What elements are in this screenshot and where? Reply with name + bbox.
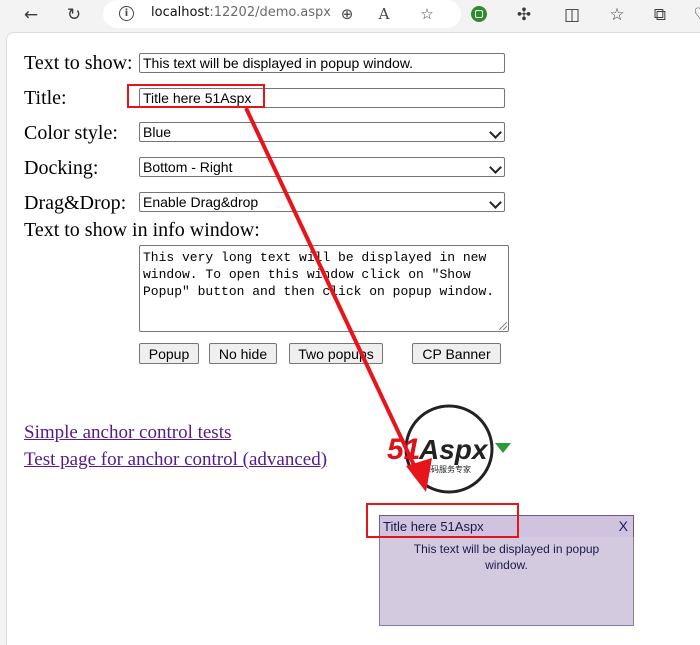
docking-select[interactable]: Bottom - Right <box>139 157 505 177</box>
title-input[interactable]: Title here 51Aspx <box>139 88 505 108</box>
51aspx-logo: 51 Aspx 源码服务专家 <box>385 403 515 497</box>
split-screen-icon[interactable]: ◫ <box>557 0 587 30</box>
popup-title: Title here 51Aspx <box>383 519 484 534</box>
read-aloud-icon[interactable]: A <box>373 3 395 25</box>
page-viewport: Text to show: This text will be displaye… <box>6 32 700 645</box>
browser-toolbar: ← ↻ i localhost:12202/demo.aspx ⊕ A ☆ ✣ … <box>0 0 700 30</box>
text-to-show-label: Text to show: <box>24 52 133 74</box>
favorites-icon[interactable]: ☆ <box>602 0 632 30</box>
color-style-label: Color style: <box>24 122 118 144</box>
popup-body[interactable]: This text will be displayed in popup win… <box>379 537 634 626</box>
extension-icon[interactable] <box>471 6 487 22</box>
logo-tagline: 源码服务专家 <box>423 464 471 474</box>
collections-icon[interactable]: ⧉ <box>645 0 675 30</box>
site-info-icon[interactable]: i <box>119 6 134 21</box>
popup-close-button[interactable]: X <box>619 518 628 534</box>
dragdrop-label: Drag&Drop: <box>24 192 127 214</box>
no-hide-button[interactable]: No hide <box>209 343 277 364</box>
dragdrop-select[interactable]: Enable Drag&drop <box>139 192 505 212</box>
logo-prefix: 51 <box>387 433 420 466</box>
advanced-anchor-link[interactable]: Test page for anchor control (advanced) <box>24 449 327 471</box>
chevron-down-icon <box>489 196 502 209</box>
heart-icon[interactable]: ♡ <box>686 0 700 30</box>
address-bar[interactable]: i localhost:12202/demo.aspx ⊕ A ☆ <box>103 0 461 28</box>
docking-value: Bottom - Right <box>143 159 233 175</box>
info-window-text: This very long text will be displayed in… <box>143 250 495 299</box>
popup-titlebar[interactable]: Title here 51Aspx X <box>379 515 634 538</box>
zoom-icon[interactable]: ⊕ <box>336 3 358 25</box>
two-popups-button[interactable]: Two popups <box>289 343 383 364</box>
chevron-down-icon <box>489 161 502 174</box>
cp-banner-button[interactable]: CP Banner <box>412 343 501 364</box>
favorite-star-icon[interactable]: ☆ <box>416 3 438 25</box>
back-arrow-icon[interactable]: ← <box>16 0 46 30</box>
docking-label: Docking: <box>24 157 99 179</box>
logo-name: Aspx <box>418 434 489 465</box>
info-window-textarea[interactable]: This very long text will be displayed in… <box>139 245 509 332</box>
color-style-value: Blue <box>143 124 172 140</box>
popup-button[interactable]: Popup <box>139 343 199 364</box>
resize-handle-icon[interactable] <box>499 322 507 330</box>
chevron-down-icon <box>489 126 502 139</box>
simple-anchor-link[interactable]: Simple anchor control tests <box>24 422 231 444</box>
title-label: Title: <box>24 87 67 109</box>
address-url: localhost:12202/demo.aspx <box>151 5 331 20</box>
extensions-puzzle-icon[interactable]: ✣ <box>509 0 539 30</box>
reload-icon[interactable]: ↻ <box>59 0 89 30</box>
color-style-select[interactable]: Blue <box>139 122 505 142</box>
dragdrop-value: Enable Drag&drop <box>143 194 259 210</box>
text-to-show-input[interactable]: This text will be displayed in popup win… <box>139 53 505 73</box>
info-window-label: Text to show in info window: <box>24 219 260 241</box>
